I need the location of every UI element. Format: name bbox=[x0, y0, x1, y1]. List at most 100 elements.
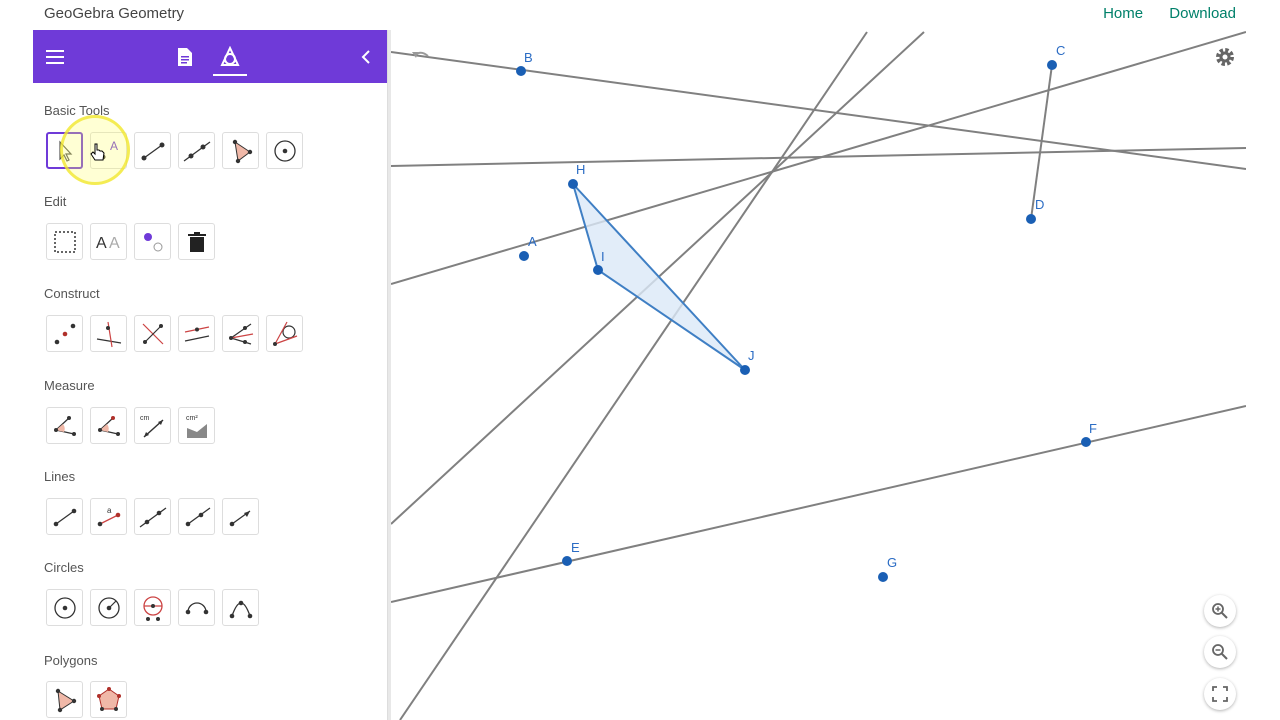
fullscreen-icon bbox=[1212, 686, 1228, 702]
distance-ruler-icon: cm bbox=[140, 415, 164, 438]
angle-given-size-tool-button[interactable] bbox=[90, 407, 127, 444]
menu-icon[interactable] bbox=[42, 44, 68, 70]
zoom-out-icon bbox=[1212, 644, 1228, 660]
segment-line-tool-button[interactable] bbox=[46, 498, 83, 535]
label-j: J bbox=[748, 348, 755, 363]
section-lines: Lines bbox=[44, 469, 76, 484]
svg-text:a: a bbox=[107, 506, 112, 515]
circle-center-point-icon bbox=[53, 596, 76, 619]
section-measure: Measure bbox=[44, 378, 95, 393]
section-edit: Edit bbox=[44, 194, 67, 209]
zoom-out-button[interactable] bbox=[1204, 636, 1236, 668]
label-e: E bbox=[571, 540, 580, 555]
triangle-hij[interactable] bbox=[572, 183, 746, 371]
perpendicular-bisector-icon bbox=[142, 323, 163, 344]
line-tool-button[interactable] bbox=[178, 132, 215, 169]
measure-tools-row: cm cm² bbox=[46, 407, 215, 444]
circle-center-point-tool-button[interactable] bbox=[46, 589, 83, 626]
area-tool-button[interactable]: cm² bbox=[178, 407, 215, 444]
segment-icon bbox=[53, 508, 76, 526]
point-g[interactable] bbox=[878, 572, 888, 582]
perpendicular-bisector-tool-button[interactable] bbox=[134, 315, 171, 352]
semicircle-tool-button[interactable] bbox=[178, 589, 215, 626]
point-f[interactable] bbox=[1081, 437, 1091, 447]
graphics-canvas[interactable]: B C D A H I J F E G bbox=[391, 30, 1246, 720]
segment-fixed-length-icon: a bbox=[97, 506, 120, 526]
vector-tool-button[interactable] bbox=[222, 498, 259, 535]
point-c[interactable] bbox=[1047, 60, 1057, 70]
point-a[interactable] bbox=[519, 251, 529, 261]
zoom-in-icon bbox=[1212, 603, 1228, 619]
ray-icon bbox=[185, 506, 210, 526]
regular-polygon-icon bbox=[96, 686, 121, 711]
geometry-tools-icon[interactable] bbox=[217, 44, 243, 70]
trash-icon bbox=[187, 231, 206, 252]
perpendicular-line-icon bbox=[96, 321, 121, 347]
circle-radius-icon bbox=[97, 596, 120, 619]
label-d: D bbox=[1035, 197, 1044, 212]
top-links: Home Download bbox=[1081, 5, 1236, 22]
segment-fixed-length-tool-button[interactable]: a bbox=[90, 498, 127, 535]
tangents-tool-button[interactable] bbox=[266, 315, 303, 352]
move-tool-button[interactable] bbox=[46, 132, 83, 169]
perpendicular-tool-button[interactable] bbox=[90, 315, 127, 352]
home-link[interactable]: Home bbox=[1103, 5, 1143, 22]
fullscreen-button[interactable] bbox=[1204, 678, 1236, 710]
label-f: F bbox=[1089, 421, 1097, 436]
svg-text:A: A bbox=[96, 235, 107, 252]
compass-tool-button[interactable] bbox=[134, 589, 171, 626]
label-b: B bbox=[524, 50, 533, 65]
angle-given-size-icon bbox=[97, 415, 120, 436]
point-d[interactable] bbox=[1026, 214, 1036, 224]
segment-tool-button[interactable] bbox=[134, 132, 171, 169]
polygon-draw-tool-button[interactable] bbox=[46, 681, 83, 718]
document-icon[interactable] bbox=[172, 44, 198, 70]
point-h[interactable] bbox=[568, 179, 578, 189]
angle-bisector-tool-button[interactable] bbox=[222, 315, 259, 352]
polygon-tool-button[interactable] bbox=[222, 132, 259, 169]
angle-icon bbox=[53, 415, 76, 436]
vector-icon bbox=[229, 509, 250, 526]
circle-tool-button[interactable] bbox=[266, 132, 303, 169]
construct-tools-row bbox=[46, 315, 303, 352]
settings-gear-icon[interactable] bbox=[1213, 45, 1237, 74]
polygon-icon bbox=[55, 688, 76, 712]
circles-tools-row bbox=[46, 589, 259, 626]
move-arrow-icon bbox=[58, 139, 72, 162]
app-title: GeoGebra Geometry bbox=[44, 5, 185, 22]
delete-tool-button[interactable] bbox=[178, 223, 215, 260]
line-through-points-tool-button[interactable] bbox=[134, 498, 171, 535]
style-tool-button[interactable]: AA bbox=[90, 223, 127, 260]
basic-tools-row: A bbox=[46, 132, 303, 169]
ray-tool-button[interactable] bbox=[178, 498, 215, 535]
point-b[interactable] bbox=[516, 66, 526, 76]
diagonal-line-2[interactable] bbox=[399, 31, 868, 720]
circumcircular-arc-tool-button[interactable] bbox=[222, 589, 259, 626]
angle-bisector-icon bbox=[228, 323, 253, 345]
top-bar: GeoGebra Geometry Home Download bbox=[0, 0, 1280, 30]
undo-icon[interactable] bbox=[410, 49, 432, 70]
point-j[interactable] bbox=[740, 365, 750, 375]
midpoint-tool-button[interactable] bbox=[46, 315, 83, 352]
svg-text:cm²: cm² bbox=[186, 415, 198, 422]
dashed-selection-icon bbox=[53, 230, 76, 253]
show-hide-tool-button[interactable] bbox=[134, 223, 171, 260]
parallel-line-icon bbox=[184, 325, 209, 342]
circle-radius-tool-button[interactable] bbox=[90, 589, 127, 626]
collapse-icon[interactable] bbox=[353, 44, 379, 70]
point-e[interactable] bbox=[562, 556, 572, 566]
zoom-in-button[interactable] bbox=[1204, 595, 1236, 627]
regular-polygon-tool-button[interactable] bbox=[90, 681, 127, 718]
tangent-icon bbox=[272, 321, 297, 346]
section-polygons: Polygons bbox=[44, 653, 98, 668]
download-link[interactable]: Download bbox=[1169, 5, 1236, 22]
parallel-tool-button[interactable] bbox=[178, 315, 215, 352]
semicircle-arc-icon bbox=[185, 601, 208, 614]
angle-tool-button[interactable] bbox=[46, 407, 83, 444]
select-tool-button[interactable] bbox=[46, 223, 83, 260]
polygons-tools-row bbox=[46, 681, 127, 718]
distance-tool-button[interactable]: cm bbox=[134, 407, 171, 444]
point-i[interactable] bbox=[593, 265, 603, 275]
line-through-e-f[interactable] bbox=[391, 405, 1246, 603]
segment-icon bbox=[141, 142, 164, 160]
